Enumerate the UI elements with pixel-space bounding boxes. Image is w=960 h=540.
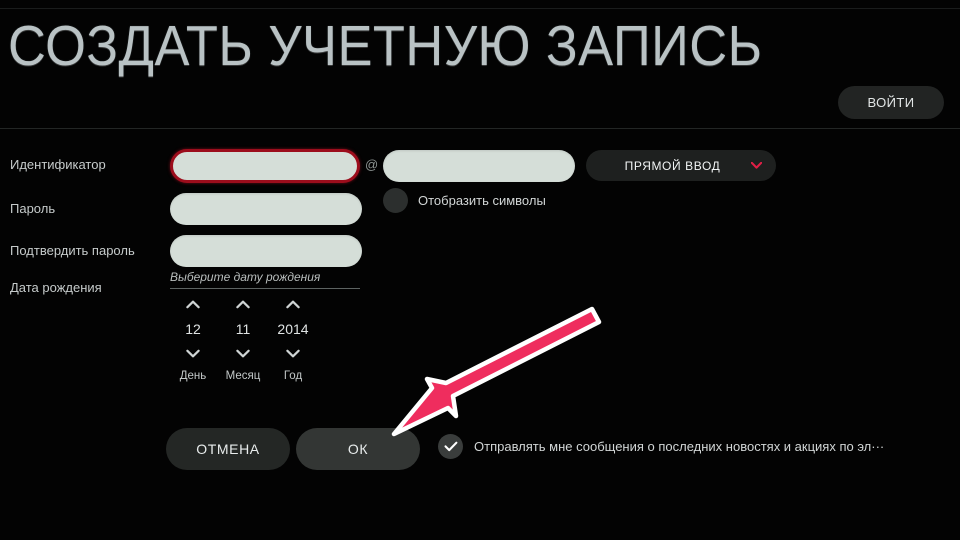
chevron-up-icon[interactable] (236, 300, 250, 309)
year-spinner: 2014 Год (268, 300, 318, 382)
confirm-password-label: Подтвердить пароль (10, 243, 135, 258)
day-label: День (179, 370, 207, 382)
year-label: Год (283, 370, 303, 382)
cancel-button[interactable]: ОТМЕНА (166, 428, 290, 470)
domain-input[interactable] (383, 150, 575, 182)
chevron-down-icon (751, 162, 762, 169)
chevron-down-icon[interactable] (236, 349, 250, 358)
check-icon (443, 441, 457, 452)
identifier-row: Идентификатор @ ПРЯМОЙ ВВОД (0, 148, 960, 183)
month-spinner: 11 Месяц (218, 300, 268, 382)
show-characters-label: Отобразить символы (418, 193, 546, 208)
ok-button[interactable]: ОК (296, 428, 420, 470)
entry-mode-label: ПРЯМОЙ ВВОД (624, 158, 721, 173)
month-value[interactable]: 11 (236, 322, 251, 336)
create-account-screen: СОЗДАТЬ УЧЕТНУЮ ЗАПИСЬ ВОЙТИ Идентификат… (0, 0, 960, 540)
year-value[interactable]: 2014 (277, 322, 308, 336)
newsletter-checkbox[interactable] (438, 434, 463, 459)
identifier-label: Идентификатор (10, 157, 106, 172)
day-spinner: 12 День (168, 300, 218, 382)
month-label: Месяц (225, 370, 261, 382)
show-characters-toggle[interactable]: Отобразить символы (383, 188, 546, 213)
entry-mode-dropdown[interactable]: ПРЯМОЙ ВВОД (586, 150, 776, 181)
newsletter-toggle[interactable]: Отправлять мне сообщения о последних нов… (438, 434, 884, 459)
action-bar: ОТМЕНА ОК Отправлять мне сообщения о пос… (0, 428, 960, 470)
chevron-down-icon[interactable] (286, 349, 300, 358)
header-divider (0, 128, 960, 129)
date-of-birth-label: Дата рождения (10, 280, 102, 295)
date-of-birth-hint[interactable]: Выберите дату рождения (170, 270, 360, 289)
arrow-pointer-icon (391, 306, 602, 437)
date-of-birth-spinners: 12 День 11 Месяц 2014 Год (168, 300, 318, 382)
show-characters-checkbox[interactable] (383, 188, 408, 213)
login-button[interactable]: ВОЙТИ (838, 86, 944, 119)
chevron-up-icon[interactable] (186, 300, 200, 309)
at-symbol: @ (365, 157, 379, 172)
newsletter-label: Отправлять мне сообщения о последних нов… (474, 439, 885, 454)
password-label: Пароль (10, 201, 56, 216)
confirm-password-input[interactable] (170, 235, 362, 267)
identifier-input[interactable] (170, 149, 360, 183)
chevron-up-icon[interactable] (286, 300, 300, 309)
confirm-password-row: Подтвердить пароль (0, 234, 960, 268)
password-input[interactable] (170, 193, 362, 225)
chevron-down-icon[interactable] (186, 349, 200, 358)
day-value[interactable]: 12 (185, 322, 201, 336)
page-title: СОЗДАТЬ УЧЕТНУЮ ЗАПИСЬ (8, 14, 763, 78)
